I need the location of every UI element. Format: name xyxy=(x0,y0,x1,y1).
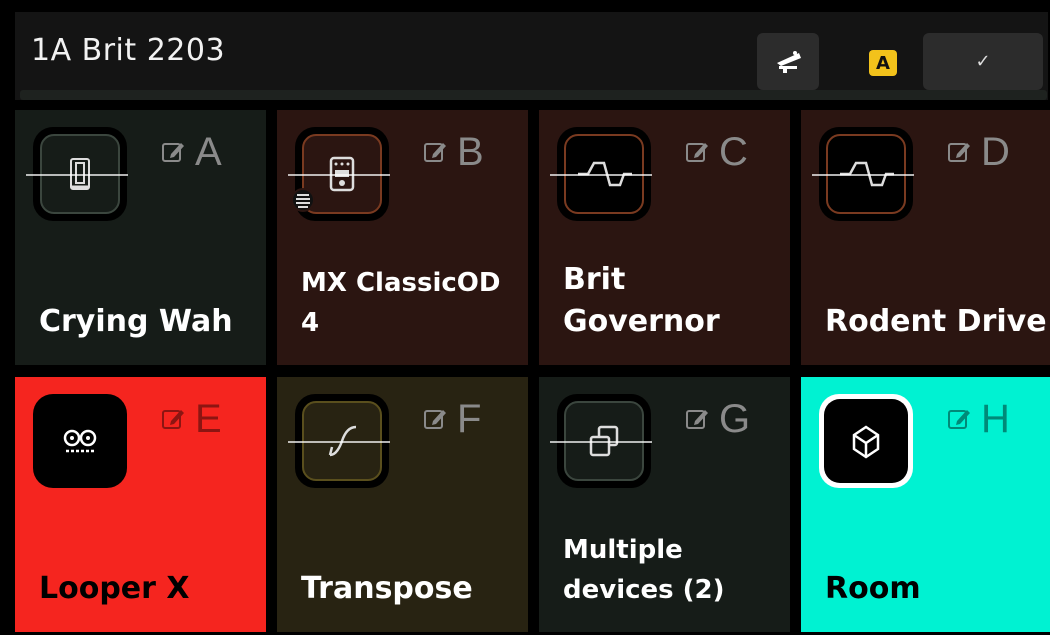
block-letter: B xyxy=(457,130,484,174)
block-letter: E xyxy=(195,397,222,441)
bypass-line xyxy=(550,441,652,443)
block-name: Transpose xyxy=(301,571,473,606)
block-tile-b[interactable]: B MX ClassicOD 4 xyxy=(277,110,528,365)
confirm-button[interactable]: ✓ xyxy=(923,33,1043,90)
bypass-line xyxy=(288,174,390,176)
block-tile-h[interactable]: H Room xyxy=(801,377,1050,632)
block-icon-badge xyxy=(819,394,913,488)
block-icon-badge xyxy=(33,394,127,488)
block-tile-c[interactable]: C Brit Governor xyxy=(539,110,790,365)
block-name: Looper X xyxy=(39,571,190,606)
block-letter: G xyxy=(719,397,751,441)
block-name: Brit Governor xyxy=(563,262,720,339)
edit-icon[interactable] xyxy=(423,140,447,164)
edit-icon[interactable] xyxy=(161,407,185,431)
block-tile-g[interactable]: G Multiple devices (2) xyxy=(539,377,790,632)
edit-icon[interactable] xyxy=(685,140,709,164)
pedal-icon xyxy=(777,50,801,73)
block-name: Room xyxy=(825,571,921,606)
block-letter: F xyxy=(457,397,482,441)
block-letter: D xyxy=(981,130,1010,174)
block-tile-a[interactable]: A Crying Wah xyxy=(15,110,266,365)
bypass-line xyxy=(288,441,390,443)
block-tile-e[interactable]: E Looper X xyxy=(15,377,266,632)
bypass-line xyxy=(26,174,128,176)
block-name: MX ClassicOD 4 xyxy=(301,268,501,338)
block-tile-f[interactable]: F Transpose xyxy=(277,377,528,632)
pedal-button[interactable] xyxy=(757,33,819,90)
header-divider xyxy=(20,90,1047,100)
room-cube-icon xyxy=(852,425,880,459)
header-bar: 1A Brit 2203 A ✓ xyxy=(15,12,1048,100)
block-name: Rodent Drive xyxy=(825,304,1047,339)
stacked-lines-icon xyxy=(291,188,315,212)
edit-icon[interactable] xyxy=(947,140,971,164)
scene-badge[interactable]: A xyxy=(869,50,897,76)
bypass-line xyxy=(550,174,652,176)
block-grid: A Crying Wah B MX ClassicOD 4 C Brit Gov… xyxy=(15,110,1050,635)
edit-icon[interactable] xyxy=(685,407,709,431)
block-letter: A xyxy=(195,130,222,174)
block-name: Multiple devices (2) xyxy=(563,535,725,605)
block-name: Crying Wah xyxy=(39,304,233,339)
preset-name[interactable]: 1A Brit 2203 xyxy=(31,33,225,68)
block-tile-d[interactable]: D Rodent Drive xyxy=(801,110,1050,365)
block-letter: H xyxy=(981,397,1010,441)
edit-icon[interactable] xyxy=(947,407,971,431)
edit-icon[interactable] xyxy=(423,407,447,431)
tape-reel-icon xyxy=(63,429,97,453)
edit-icon[interactable] xyxy=(161,140,185,164)
block-letter: C xyxy=(719,130,748,174)
bypass-line xyxy=(812,174,914,176)
